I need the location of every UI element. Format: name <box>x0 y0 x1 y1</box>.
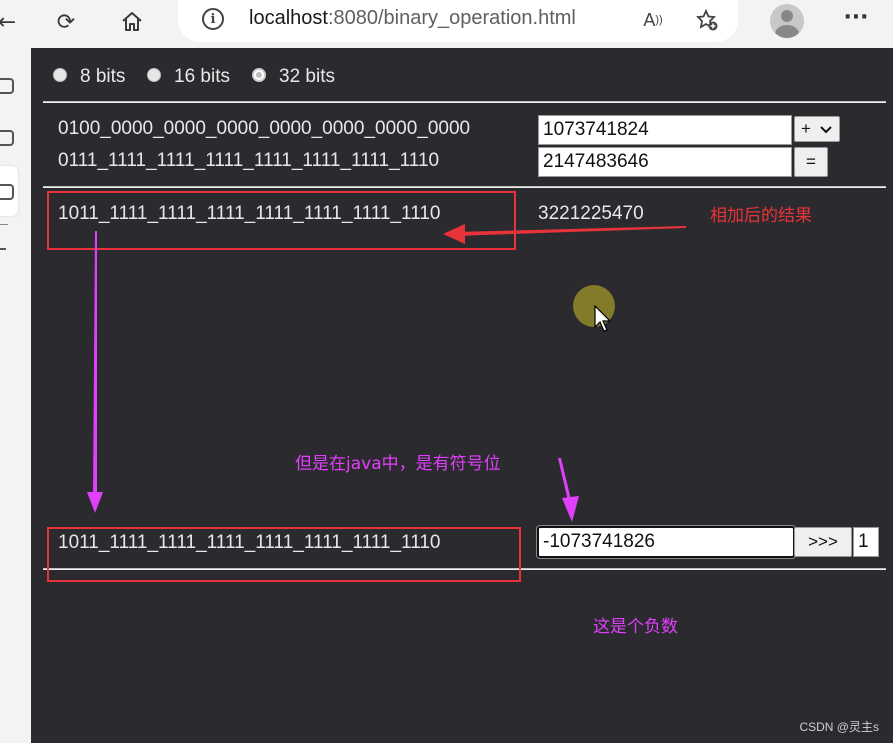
annotation-sum-result: 相加后的结果 <box>710 206 812 226</box>
sidebar-add-icon[interactable] <box>0 248 6 250</box>
sidebar-divider <box>0 224 8 225</box>
page-content: 8 bits 16 bits 32 bits 0100_0000_0000_00… <box>31 48 893 743</box>
annotation-arrows <box>87 224 686 522</box>
annotation-signed-in-java: 但是在java中，是有符号位 <box>295 454 501 474</box>
sidebar-tab-icon[interactable] <box>0 184 14 200</box>
url-text: localhost:8080/binary_operation.html <box>249 7 576 29</box>
read-aloud-icon[interactable]: A)) <box>638 6 668 34</box>
browser-toolbar: ← ⟳ i localhost:8080/binary_operation.ht… <box>0 0 893 48</box>
info-icon[interactable]: i <box>202 8 224 30</box>
more-menu-icon[interactable]: ··· <box>838 6 874 34</box>
sidebar-tab-icon[interactable] <box>0 130 14 146</box>
annotation-negative: 这是个负数 <box>593 617 678 637</box>
watermark: CSDN @灵主s <box>799 720 879 734</box>
refresh-icon[interactable]: ⟳ <box>46 0 86 44</box>
sidebar-tab-icon[interactable] <box>0 78 14 94</box>
address-bar[interactable]: i localhost:8080/binary_operation.html A… <box>178 0 738 42</box>
home-icon[interactable] <box>112 0 152 44</box>
add-favorite-icon[interactable] <box>692 6 722 34</box>
sidebar <box>0 48 31 743</box>
back-icon[interactable]: ← <box>0 0 16 44</box>
profile-avatar[interactable] <box>770 4 804 38</box>
